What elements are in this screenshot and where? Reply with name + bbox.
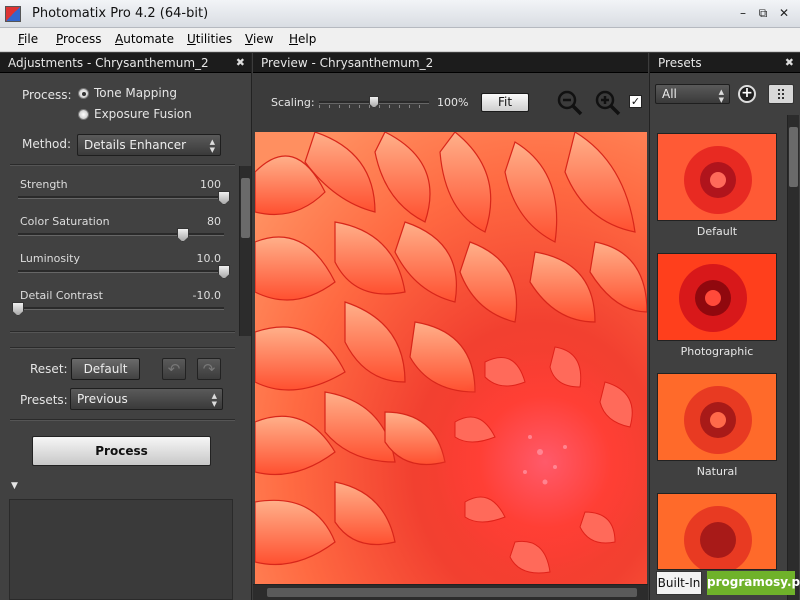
window-title: Photomatix Pro 4.2 (64-bit) xyxy=(32,6,209,21)
preset-caption: Natural xyxy=(696,465,738,478)
exposure-fusion-radio[interactable] xyxy=(78,109,89,120)
method-value: Details Enhancer xyxy=(84,138,187,152)
updown-arrows-icon: ▲ ▼ xyxy=(209,138,215,154)
strength-label: Strength xyxy=(20,178,68,191)
strength-track xyxy=(18,196,224,199)
detail-contrast-label: Detail Contrast xyxy=(20,289,103,302)
menu-file[interactable]: File xyxy=(18,32,38,46)
preset-caption: Photographic xyxy=(680,345,754,358)
close-adjustments-icon[interactable]: ✖ xyxy=(236,53,245,73)
zoom-in-icon[interactable] xyxy=(595,90,621,116)
scrollbar-thumb[interactable] xyxy=(241,178,250,238)
color-saturation-value: 80 xyxy=(207,215,221,228)
divider xyxy=(10,164,235,166)
menu-automate[interactable]: Automate xyxy=(115,32,174,46)
scrollbar-thumb[interactable] xyxy=(267,588,637,597)
preset-thumb-photographic[interactable] xyxy=(657,253,777,341)
updown-arrows-icon: ▲ ▼ xyxy=(718,88,724,104)
presets-scrollbar[interactable] xyxy=(787,115,799,600)
menu-process[interactable]: Process xyxy=(56,32,102,46)
preset-thumb-default[interactable] xyxy=(657,133,777,221)
collapse-arrow-icon[interactable]: ▼ xyxy=(11,481,18,491)
menu-utilities[interactable]: Utilities xyxy=(187,32,232,46)
presets-title: Presets xyxy=(658,56,702,70)
tab-built-in[interactable]: Built-In xyxy=(656,571,702,595)
menu-help[interactable]: Help xyxy=(289,32,316,46)
detail-contrast-track xyxy=(18,307,224,310)
adjustments-title: Adjustments - Chrysanthemum_2 xyxy=(8,56,209,70)
maximize-button[interactable]: ⧉ xyxy=(755,5,771,21)
menu-bar: File Process Automate Utilities View Hel… xyxy=(0,28,800,52)
tone-mapping-label: Tone Mapping xyxy=(94,86,177,100)
preset-filter-value: All xyxy=(662,87,677,101)
histogram-area xyxy=(9,499,233,600)
scaling-value: 100% xyxy=(437,96,469,109)
chrysanthemum-photo xyxy=(255,132,647,584)
close-presets-icon[interactable]: ✖ xyxy=(785,53,794,73)
divider xyxy=(10,419,235,421)
app-icon xyxy=(5,6,21,22)
presets-select[interactable]: Previous ▲ ▼ xyxy=(70,388,223,410)
preset-filter-select[interactable]: All ▲ ▼ xyxy=(655,84,730,104)
presets-header: Presets ✖ xyxy=(650,53,800,73)
divider xyxy=(10,347,235,349)
preset-thumb-natural[interactable] xyxy=(657,373,777,461)
preset-thumb-4[interactable] xyxy=(657,493,777,574)
presets-panel: Presets ✖ All ▲ ▼ + Default Photographic … xyxy=(649,53,800,600)
luminosity-value: 10.0 xyxy=(196,252,222,265)
adjustments-scrollbar[interactable] xyxy=(239,166,251,336)
scaling-label: Scaling: xyxy=(271,96,315,109)
preview-header: Preview - Chrysanthemum_2 xyxy=(253,53,648,73)
exposure-fusion-label: Exposure Fusion xyxy=(94,107,192,121)
process-label: Process: xyxy=(22,88,72,102)
grid-view-icon[interactable] xyxy=(768,84,794,104)
method-label: Method: xyxy=(22,137,72,151)
preview-image[interactable] xyxy=(255,132,647,584)
preview-panel: Preview - Chrysanthemum_2 Scaling: 100% … xyxy=(253,53,648,600)
default-button[interactable]: Default xyxy=(71,358,140,380)
preview-checkbox[interactable]: ✓ xyxy=(629,95,642,108)
strength-slider-thumb[interactable] xyxy=(218,191,230,205)
strength-value: 100 xyxy=(200,178,221,191)
luminosity-track xyxy=(18,270,224,273)
zoom-out-icon[interactable] xyxy=(557,90,583,116)
luminosity-slider-thumb[interactable] xyxy=(218,265,230,279)
luminosity-label: Luminosity xyxy=(20,252,80,265)
reset-label: Reset: xyxy=(30,362,68,376)
undo-icon[interactable]: ↶ xyxy=(162,358,186,380)
preview-title: Preview - Chrysanthemum_2 xyxy=(261,56,434,70)
redo-icon[interactable]: ↷ xyxy=(197,358,221,380)
title-bar: Photomatix Pro 4.2 (64-bit) – ⧉ ✕ xyxy=(0,0,800,28)
presets-label: Presets: xyxy=(20,393,68,407)
preview-hscrollbar[interactable] xyxy=(253,584,648,600)
add-preset-icon[interactable]: + xyxy=(738,85,756,103)
presets-value: Previous xyxy=(77,392,128,406)
process-button[interactable]: Process xyxy=(32,436,211,466)
updown-arrows-icon: ▲ ▼ xyxy=(211,392,217,408)
scrollbar-thumb[interactable] xyxy=(789,127,798,187)
minimize-button[interactable]: – xyxy=(735,5,751,21)
color-saturation-slider-thumb[interactable] xyxy=(176,228,189,242)
adjustments-header: Adjustments - Chrysanthemum_2 ✖ xyxy=(0,53,251,73)
color-saturation-label: Color Saturation xyxy=(20,215,110,228)
watermark-logo: programosy.pl xyxy=(707,571,800,595)
method-select[interactable]: Details Enhancer ▲ ▼ xyxy=(77,134,221,156)
divider xyxy=(10,331,235,333)
close-window-button[interactable]: ✕ xyxy=(776,5,792,21)
fit-button[interactable]: Fit xyxy=(481,93,529,112)
adjustments-panel: Adjustments - Chrysanthemum_2 ✖ Process:… xyxy=(0,53,252,600)
preset-caption: Default xyxy=(696,225,738,238)
tone-mapping-radio[interactable] xyxy=(78,88,89,99)
menu-view[interactable]: View xyxy=(245,32,273,46)
detail-contrast-value: -10.0 xyxy=(192,289,221,302)
color-saturation-track xyxy=(18,233,224,236)
detail-contrast-slider-thumb[interactable] xyxy=(12,302,24,316)
